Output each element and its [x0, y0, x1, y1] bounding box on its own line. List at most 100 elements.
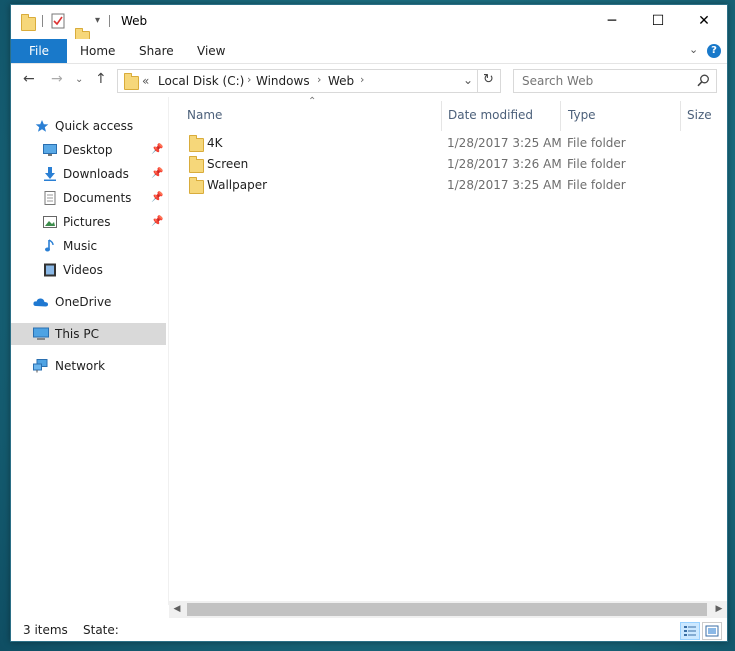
sidebar-item-documents[interactable]: Documents 📌 [11, 187, 166, 209]
expand-ribbon-icon[interactable]: ⌄ [689, 43, 698, 56]
pin-icon[interactable]: 📌 [151, 139, 163, 161]
minimize-button[interactable]: ─ [589, 5, 635, 37]
customize-toolbar-icon[interactable]: ▾ [95, 15, 100, 26]
breadcrumb-separator[interactable]: › [317, 73, 321, 86]
navigation-bar: ← → ⌄ ↑ « Local Disk (C:) › Windows › We… [11, 63, 727, 97]
details-view-icon [684, 626, 696, 636]
cloud-icon [33, 298, 49, 307]
maximize-button[interactable]: ☐ [635, 5, 681, 37]
breadcrumb-windows[interactable]: Windows [256, 74, 310, 88]
column-header-date-modified[interactable]: Date modified [448, 103, 533, 127]
pin-icon[interactable]: 📌 [151, 211, 163, 233]
sort-ascending-icon: ⌃ [308, 96, 317, 107]
scroll-left-icon[interactable]: ◀ [169, 601, 185, 618]
address-bar[interactable]: « Local Disk (C:) › Windows › Web › ⌄ ↻ [117, 69, 501, 93]
sidebar-item-label: Pictures [63, 215, 111, 229]
tab-view[interactable]: View [197, 39, 225, 63]
divider [109, 15, 110, 27]
file-list: ⌃ Name Date modified Type Size 4K 1/28/2… [169, 96, 727, 605]
file-type: File folder [567, 178, 626, 192]
column-divider[interactable] [680, 101, 681, 131]
sidebar-item-label: Quick access [55, 119, 134, 133]
pin-icon[interactable]: 📌 [151, 187, 163, 209]
sidebar-item-videos[interactable]: Videos [11, 259, 166, 281]
music-icon [45, 239, 54, 252]
file-row-4k[interactable]: 4K 1/28/2017 3:25 AM File folder [185, 133, 715, 153]
breadcrumb-local-disk[interactable]: Local Disk (C:) [158, 74, 244, 88]
status-bar: 3 items State: [11, 619, 727, 641]
search-box[interactable] [513, 69, 717, 93]
file-row-wallpaper[interactable]: Wallpaper 1/28/2017 3:25 AM File folder [185, 175, 715, 195]
folder-icon [124, 73, 139, 90]
sidebar-item-label: This PC [55, 327, 99, 341]
horizontal-scrollbar[interactable]: ◀ ▶ [169, 601, 727, 618]
picture-icon [43, 216, 57, 228]
explorer-window: ▾ Web ─ ☐ ✕ File Home Share View ⌄ ? ← →… [10, 4, 728, 642]
folder-icon [189, 177, 204, 194]
back-button[interactable]: ← [23, 71, 35, 87]
address-overflow[interactable]: « [142, 74, 149, 88]
search-icon[interactable] [697, 74, 710, 87]
file-type: File folder [567, 157, 626, 171]
column-divider[interactable] [560, 101, 561, 131]
help-icon[interactable]: ? [707, 44, 721, 58]
scrollbar-thumb[interactable] [187, 603, 707, 616]
star-icon [35, 120, 49, 132]
document-icon [44, 191, 56, 205]
column-header-size[interactable]: Size [687, 103, 712, 127]
sidebar-item-pictures[interactable]: Pictures 📌 [11, 211, 166, 233]
breadcrumb-web[interactable]: Web [328, 74, 354, 88]
column-header-name[interactable]: Name [187, 103, 222, 127]
sidebar-item-music[interactable]: Music [11, 235, 166, 257]
file-date-modified: 1/28/2017 3:25 AM [447, 136, 562, 150]
sidebar-item-downloads[interactable]: Downloads 📌 [11, 163, 166, 185]
details-view-button[interactable] [680, 622, 700, 640]
window-title: Web [121, 14, 148, 28]
file-type: File folder [567, 136, 626, 150]
state-label: State: [83, 623, 119, 637]
close-button[interactable]: ✕ [681, 5, 727, 37]
pin-icon[interactable]: 📌 [151, 163, 163, 185]
large-icons-view-button[interactable] [702, 622, 722, 640]
recent-locations-button[interactable]: ⌄ [75, 74, 83, 85]
file-name: Screen [207, 157, 249, 171]
column-divider[interactable] [441, 101, 442, 131]
address-history-icon[interactable]: ⌄ [463, 73, 473, 87]
sidebar-item-onedrive[interactable]: OneDrive [11, 291, 166, 313]
sidebar-item-label: Music [63, 239, 98, 253]
tab-home[interactable]: Home [80, 39, 115, 63]
breadcrumb-separator[interactable]: › [360, 73, 364, 86]
desktop-icon [43, 144, 57, 156]
file-name: Wallpaper [207, 178, 268, 192]
item-count: 3 items [23, 623, 68, 637]
computer-icon [33, 327, 49, 340]
refresh-icon[interactable]: ↻ [483, 72, 494, 87]
tab-share[interactable]: Share [139, 39, 174, 63]
up-button[interactable]: ↑ [95, 71, 107, 87]
sidebar-item-this-pc[interactable]: This PC [11, 323, 166, 345]
file-row-screen[interactable]: Screen 1/28/2017 3:26 AM File folder [185, 154, 715, 174]
column-header-type[interactable]: Type [568, 103, 596, 127]
navigation-pane: Quick access Desktop 📌 Downloads 📌 Docum… [11, 97, 169, 605]
sidebar-item-desktop[interactable]: Desktop 📌 [11, 139, 166, 161]
folder-icon [21, 14, 36, 31]
title-bar: ▾ Web ─ ☐ ✕ [11, 5, 727, 45]
forward-button[interactable]: → [51, 71, 63, 87]
sidebar-item-quick-access[interactable]: Quick access [11, 115, 166, 137]
file-date-modified: 1/28/2017 3:25 AM [447, 178, 562, 192]
scroll-right-icon[interactable]: ▶ [711, 601, 727, 618]
sidebar-item-label: Documents [63, 191, 132, 205]
sidebar-item-network[interactable]: Network [11, 355, 166, 377]
download-icon [44, 167, 56, 181]
file-name: 4K [207, 136, 223, 150]
sidebar-item-label: Network [55, 359, 106, 373]
tab-file[interactable]: File [11, 39, 67, 63]
file-date-modified: 1/28/2017 3:26 AM [447, 157, 562, 171]
search-input[interactable] [520, 73, 694, 89]
breadcrumb-separator[interactable]: › [247, 73, 251, 86]
divider [42, 15, 43, 27]
folder-icon [189, 135, 204, 152]
ribbon-tabs: File Home Share View ⌄ ? [11, 39, 727, 64]
sidebar-item-label: Downloads [63, 167, 129, 181]
properties-icon[interactable] [51, 13, 65, 29]
